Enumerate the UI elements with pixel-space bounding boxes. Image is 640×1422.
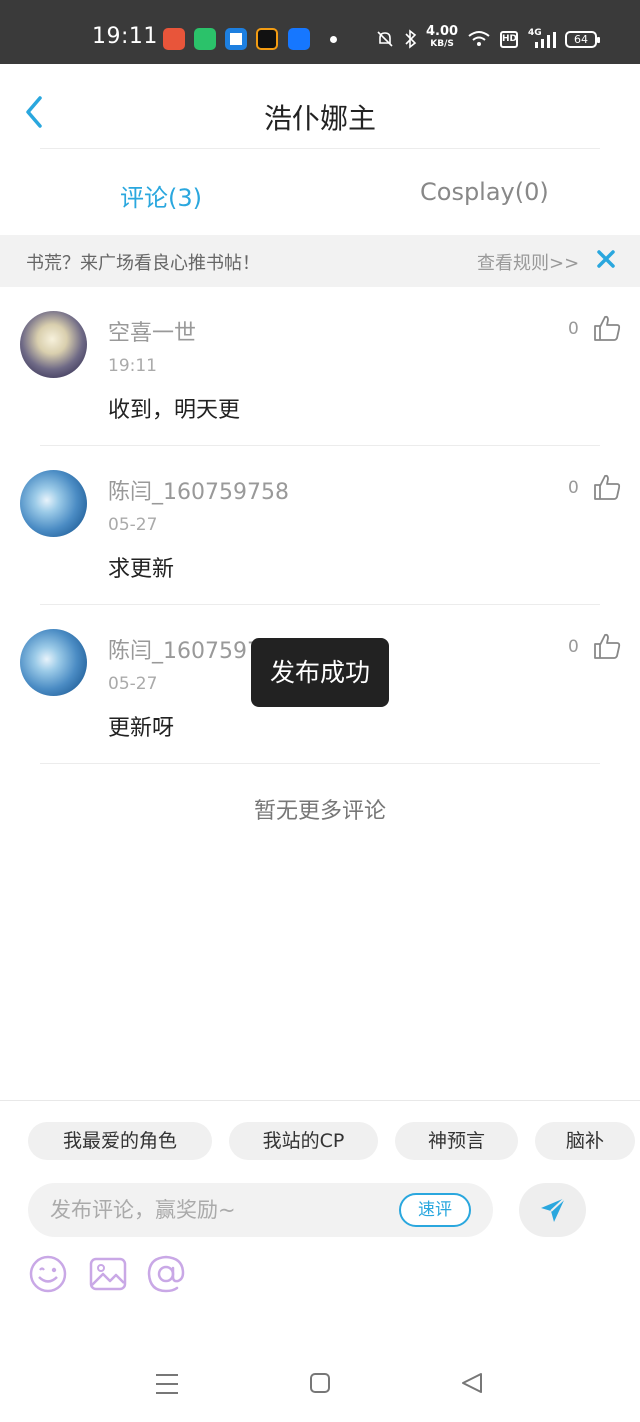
- tag-chip[interactable]: 脑补: [535, 1122, 635, 1160]
- home-icon[interactable]: [309, 1372, 331, 1394]
- tag-chip[interactable]: 我最爱的角色: [28, 1122, 212, 1160]
- avatar[interactable]: [20, 470, 87, 537]
- like-count: 0: [568, 637, 579, 657]
- app-icon-green: [194, 28, 216, 50]
- status-time: 19:11: [92, 24, 158, 49]
- banner-text[interactable]: 书荒？来广场看良心推书帖！: [26, 249, 260, 275]
- app-icon-blue-circle: [225, 28, 247, 50]
- tab-cosplay[interactable]: Cosplay(0): [420, 178, 549, 206]
- comment-text: 更新呀: [108, 716, 175, 741]
- close-icon[interactable]: [595, 248, 617, 270]
- battery-icon: 64: [565, 31, 600, 48]
- comment-time: 05-27: [108, 515, 158, 535]
- thumbs-up-icon[interactable]: [592, 631, 622, 661]
- mute-bell-icon: [377, 31, 393, 47]
- thumbs-up-icon[interactable]: [592, 472, 622, 502]
- comment-text: 求更新: [108, 557, 175, 582]
- comment-time: 19:11: [108, 356, 157, 376]
- tag-chip[interactable]: 神预言: [395, 1122, 518, 1160]
- menu-icon[interactable]: [155, 1373, 179, 1395]
- avatar[interactable]: [20, 311, 87, 378]
- view-rules-link[interactable]: 查看规则>>: [477, 249, 579, 275]
- status-bar: 19:11 4.00 KB/S HD 4G 64: [0, 0, 640, 64]
- network-speed: 4.00 KB/S: [426, 24, 459, 50]
- header: 浩仆娜主: [0, 64, 640, 150]
- comment-username[interactable]: 陈闫_160759758: [108, 474, 289, 506]
- no-more-comments: 暂无更多评论: [253, 799, 386, 824]
- like-count: 0: [568, 478, 579, 498]
- tag-chip[interactable]: 我站的CP: [229, 1122, 378, 1160]
- send-button[interactable]: [519, 1183, 586, 1237]
- emoji-icon[interactable]: [28, 1254, 68, 1294]
- app-icon-red: [163, 28, 185, 50]
- back-triangle-icon[interactable]: [460, 1371, 484, 1395]
- comment-item: 空喜一世 19:11 收到，明天更 0: [0, 287, 640, 446]
- promo-banner: 书荒？来广场看良心推书帖！ 查看规则>>: [0, 235, 640, 287]
- app-icon-dark: [256, 28, 278, 50]
- quick-comment-button[interactable]: 速评: [399, 1193, 471, 1227]
- speed-unit: KB/S: [430, 39, 454, 49]
- send-icon: [541, 1197, 566, 1222]
- hd-icon: HD: [500, 31, 518, 48]
- signal-icon: [535, 32, 556, 48]
- mention-icon[interactable]: [146, 1254, 186, 1294]
- comment-username[interactable]: 空喜一世: [108, 315, 196, 347]
- comment-divider: [40, 763, 600, 764]
- speed-value: 4.00: [426, 24, 459, 39]
- bluetooth-icon: [405, 29, 417, 49]
- system-nav-bar: [0, 1343, 640, 1422]
- comment-item: 陈闫_160759758 05-27 求更新 0: [0, 446, 640, 605]
- page-title: 浩仆娜主: [263, 102, 376, 135]
- thumbs-up-icon[interactable]: [592, 313, 622, 343]
- avatar[interactable]: [20, 629, 87, 696]
- like-count: 0: [568, 319, 579, 339]
- alipay-icon: [288, 28, 310, 50]
- notification-dot-icon: [330, 36, 337, 43]
- image-icon[interactable]: [88, 1254, 128, 1294]
- comment-text: 收到，明天更: [108, 398, 241, 423]
- comment-time: 05-27: [108, 674, 158, 694]
- wifi-icon: [468, 31, 490, 46]
- comment-composer: 我最爱的角色 我站的CP 神预言 脑补 速评: [0, 1100, 640, 1343]
- header-divider: [40, 148, 600, 149]
- tab-comments[interactable]: 评论(3): [120, 178, 202, 213]
- toast-message: 发布成功: [251, 638, 389, 707]
